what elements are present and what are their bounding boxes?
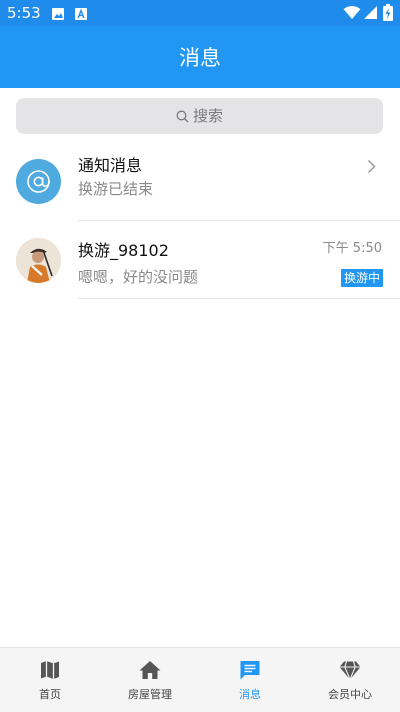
search-placeholder-wrap: 搜索 xyxy=(16,107,383,125)
wifi-icon xyxy=(343,5,361,24)
diamond-icon xyxy=(338,658,362,682)
at-sign-icon xyxy=(16,159,61,204)
signal-icon xyxy=(363,5,378,24)
tab-member-center[interactable]: 会员中心 xyxy=(300,648,400,712)
a-notification-icon xyxy=(74,6,88,25)
search-icon xyxy=(176,110,189,123)
home-icon xyxy=(138,658,162,682)
message-preview: 换游已结束 xyxy=(78,180,154,198)
page-title: 消息 xyxy=(179,46,221,70)
message-row-notification[interactable]: 通知消息 换游已结束 xyxy=(0,144,400,221)
battery-charging-icon xyxy=(383,4,393,25)
status-bar: 5:53 xyxy=(0,0,400,26)
message-row-user[interactable]: 换游_98102 嗯嗯，好的没问题 下午 5:50 换游中 xyxy=(0,222,400,299)
image-notification-icon xyxy=(51,6,65,25)
row-divider xyxy=(78,298,400,299)
tab-label: 首页 xyxy=(39,688,61,701)
chat-icon xyxy=(238,658,262,682)
tab-messages[interactable]: 消息 xyxy=(200,648,300,712)
status-time: 5:53 xyxy=(7,4,41,22)
status-badge: 换游中 xyxy=(340,269,383,287)
app-bar: 消息 xyxy=(0,26,400,88)
message-title: 换游_98102 xyxy=(78,241,169,260)
tab-label: 消息 xyxy=(239,688,261,701)
message-time: 下午 5:50 xyxy=(322,241,382,256)
tab-label: 房屋管理 xyxy=(128,688,172,701)
tab-house-management[interactable]: 房屋管理 xyxy=(100,648,200,712)
message-title: 通知消息 xyxy=(78,156,143,175)
tab-home[interactable]: 首页 xyxy=(0,648,100,712)
tab-label: 会员中心 xyxy=(328,688,372,701)
chevron-right-icon xyxy=(367,159,376,178)
bottom-tab-bar: 首页 房屋管理 消息 会员中心 xyxy=(0,647,400,712)
message-preview: 嗯嗯，好的没问题 xyxy=(78,268,199,286)
search-placeholder: 搜索 xyxy=(192,107,223,125)
search-bar[interactable]: 搜索 xyxy=(16,98,383,134)
user-avatar[interactable] xyxy=(16,238,61,283)
row-divider xyxy=(78,220,400,221)
map-icon xyxy=(38,658,62,682)
